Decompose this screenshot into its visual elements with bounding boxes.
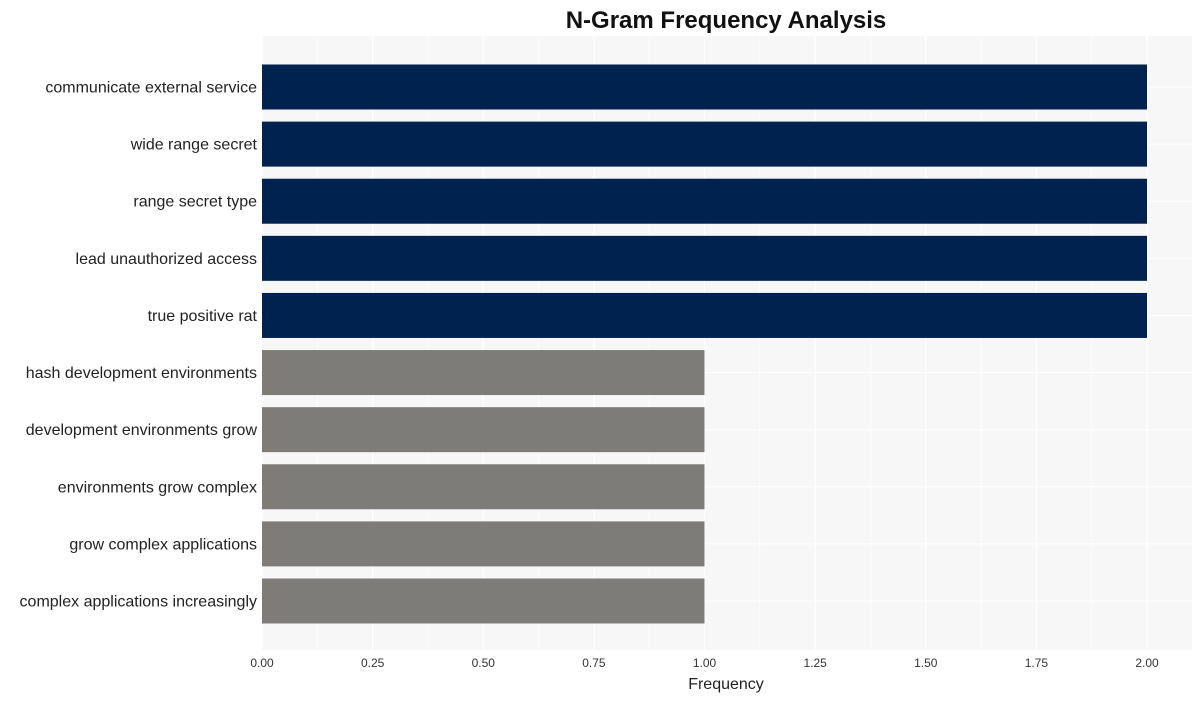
x-tick-label: 0.75 xyxy=(582,656,606,670)
y-tick-label: hash development environments xyxy=(26,365,257,382)
x-tick-label: 1.25 xyxy=(803,656,827,670)
x-tick-label: 1.75 xyxy=(1025,656,1049,670)
y-tick-label: environments grow complex xyxy=(58,479,257,496)
bar xyxy=(262,292,1147,338)
x-axis-label: Frequency xyxy=(688,676,764,693)
x-tick-label: 0.25 xyxy=(361,656,385,670)
bar xyxy=(262,64,1147,110)
bar xyxy=(262,350,705,396)
y-tick-label: complex applications increasingly xyxy=(20,594,257,611)
bar xyxy=(262,121,1147,167)
y-tick-label: development environments grow xyxy=(26,422,258,439)
x-tick-label: 1.50 xyxy=(914,656,938,670)
bar xyxy=(262,407,705,453)
y-tick-label: true positive rat xyxy=(148,308,258,325)
bar xyxy=(262,464,705,510)
chart-title: N-Gram Frequency Analysis xyxy=(566,7,887,34)
x-tick-label: 0.00 xyxy=(250,656,274,670)
ngram-frequency-chart: communicate external service wide range s… xyxy=(20,7,1192,693)
y-tick-label: wide range secret xyxy=(130,137,258,154)
y-tick-labels: communicate external service wide range s… xyxy=(20,80,258,611)
x-tick-labels: 0.00 0.25 0.50 0.75 1.00 1.25 1.50 1.75 2.00 xyxy=(250,656,1159,670)
x-tick-label: 2.00 xyxy=(1135,656,1159,670)
y-tick-label: grow complex applications xyxy=(69,536,257,553)
x-tick-label: 1.00 xyxy=(693,656,717,670)
x-tick-label: 0.50 xyxy=(472,656,496,670)
bar xyxy=(262,178,1147,224)
bar xyxy=(262,235,1147,281)
y-tick-label: range secret type xyxy=(133,194,257,211)
y-tick-label: communicate external service xyxy=(45,80,257,97)
bar xyxy=(262,578,705,624)
bar xyxy=(262,521,705,567)
y-tick-label: lead unauthorized access xyxy=(76,251,257,268)
